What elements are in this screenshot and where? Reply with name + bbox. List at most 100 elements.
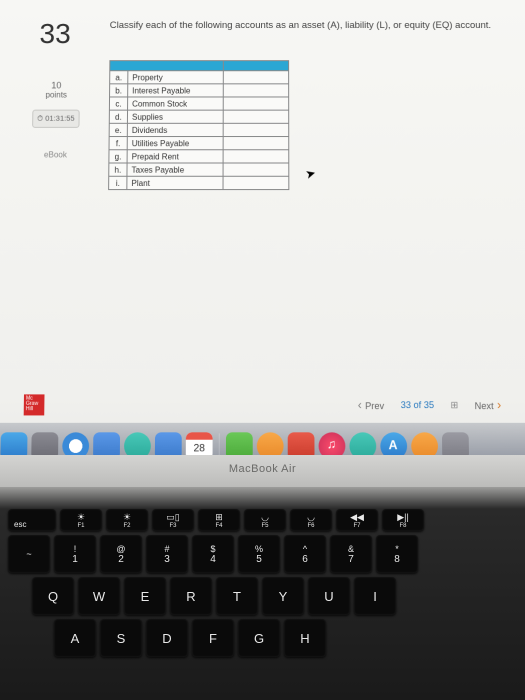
answer-cell[interactable] (223, 123, 289, 136)
asdf-row: A S D F G H (54, 619, 517, 657)
key-w[interactable]: W (78, 577, 120, 615)
key-t[interactable]: T (216, 577, 258, 615)
table-row: b.Interest Payable (110, 84, 289, 97)
key-s[interactable]: S (100, 619, 142, 657)
number-row: ~ !1 @2 #3 $4 %5 ^6 &7 *8 (8, 535, 517, 573)
table-row: f.Utilities Payable (109, 137, 289, 150)
key-u[interactable]: U (308, 577, 350, 615)
answer-cell[interactable] (223, 110, 289, 123)
brightness-up-icon: ☀ (123, 512, 131, 523)
next-button[interactable]: Next (475, 398, 502, 413)
answer-cell[interactable] (223, 71, 288, 84)
row-name: Dividends (127, 123, 223, 136)
key-h[interactable]: H (284, 619, 326, 657)
publisher-logo: Mc Graw Hill (24, 394, 45, 415)
grid-icon[interactable]: ⊞ (450, 399, 458, 411)
row-letter: g. (109, 150, 127, 163)
key-tilde[interactable]: ~ (8, 535, 50, 573)
row-letter: d. (109, 110, 127, 123)
key-y[interactable]: Y (262, 577, 304, 615)
key-g[interactable]: G (238, 619, 280, 657)
keyboard: esc ☀F1 ☀F2 ▭▯F3 ⊞F4 ◡F5 ◡F6 ◀◀F7 ▶||F8 … (0, 487, 525, 657)
row-name: Plant (127, 176, 223, 189)
qwerty-row: Q W E R T Y U I (32, 577, 517, 615)
key-1[interactable]: !1 (54, 535, 96, 573)
key-f8[interactable]: ▶||F8 (382, 509, 424, 531)
table-row: d.Supplies (109, 110, 288, 123)
position-label: 33 of 35 (401, 400, 434, 411)
table-row: e.Dividends (109, 123, 289, 136)
accounts-table-wrap: a.Property b.Interest Payable c.Common S… (108, 60, 289, 190)
answer-cell[interactable] (223, 137, 289, 150)
question-prompt: Classify each of the following accounts … (110, 20, 506, 31)
brightness-down-icon: ☀ (77, 512, 85, 523)
answer-cell[interactable] (223, 84, 288, 97)
row-letter: a. (110, 71, 128, 84)
timer-badge: ⏱ 01:31:55 (32, 110, 80, 128)
key-e[interactable]: E (124, 577, 166, 615)
row-letter: b. (110, 84, 128, 97)
rewind-icon: ◀◀ (350, 512, 364, 523)
clock-icon: ⏱ (37, 114, 45, 123)
key-f3[interactable]: ▭▯F3 (152, 509, 194, 531)
prev-button[interactable]: Prev (358, 398, 385, 413)
key-5[interactable]: %5 (238, 535, 280, 573)
key-f4[interactable]: ⊞F4 (198, 509, 240, 531)
points-label: points (28, 90, 83, 99)
timer-value: 01:31:55 (45, 114, 75, 123)
quiz-content: 33 Classify each of the following accoun… (0, 0, 525, 389)
key-i[interactable]: I (354, 577, 396, 615)
table-row: g.Prepaid Rent (109, 150, 289, 163)
row-letter: i. (109, 176, 127, 189)
play-pause-icon: ▶|| (397, 512, 409, 523)
key-3[interactable]: #3 (146, 535, 188, 573)
laptop-model: MacBook Air (229, 463, 296, 475)
row-name: Utilities Payable (127, 137, 223, 150)
mission-control-icon: ▭▯ (166, 512, 179, 523)
row-letter: h. (109, 163, 127, 176)
question-nav: Prev 33 of 35 ⊞ Next (358, 398, 502, 413)
key-esc[interactable]: esc (8, 509, 56, 531)
function-row: esc ☀F1 ☀F2 ▭▯F3 ⊞F4 ◡F5 ◡F6 ◀◀F7 ▶||F8 (8, 509, 517, 531)
key-f1[interactable]: ☀F1 (60, 509, 102, 531)
key-2[interactable]: @2 (100, 535, 142, 573)
key-d[interactable]: D (146, 619, 188, 657)
question-sidebar: 10 points ⏱ 01:31:55 eBook (28, 80, 84, 159)
table-row: h.Taxes Payable (109, 163, 289, 176)
key-a[interactable]: A (54, 619, 96, 657)
key-6[interactable]: ^6 (284, 535, 326, 573)
row-name: Supplies (127, 110, 223, 123)
answer-cell[interactable] (223, 97, 288, 110)
key-r[interactable]: R (170, 577, 212, 615)
answer-cell[interactable] (223, 150, 289, 163)
key-4[interactable]: $4 (192, 535, 234, 573)
key-q[interactable]: Q (32, 577, 74, 615)
key-f[interactable]: F (192, 619, 234, 657)
cursor-icon: ➤ (304, 165, 318, 181)
question-number: 33 (39, 18, 71, 50)
answer-cell[interactable] (223, 163, 289, 176)
key-f6[interactable]: ◡F6 (290, 509, 332, 531)
kb-brightness-down-icon: ◡ (261, 512, 269, 523)
key-f7[interactable]: ◀◀F7 (336, 509, 378, 531)
key-f2[interactable]: ☀F2 (106, 509, 148, 531)
header-right (223, 61, 288, 71)
answer-cell[interactable] (223, 176, 289, 189)
key-8[interactable]: *8 (376, 535, 418, 573)
row-name: Interest Payable (128, 84, 224, 97)
header-left (110, 61, 224, 71)
key-7[interactable]: &7 (330, 535, 372, 573)
laptop-body: MacBook Air esc ☀F1 ☀F2 ▭▯F3 ⊞F4 ◡F5 ◡F6… (0, 455, 525, 700)
table-row: i.Plant (109, 176, 289, 189)
kb-brightness-up-icon: ◡ (307, 512, 315, 523)
row-letter: e. (109, 123, 127, 136)
laptop-screen: 33 Classify each of the following accoun… (0, 0, 525, 468)
table-row: c.Common Stock (109, 97, 288, 110)
ebook-link[interactable]: eBook (28, 150, 84, 159)
accounts-table: a.Property b.Interest Payable c.Common S… (108, 60, 289, 190)
key-f5[interactable]: ◡F5 (244, 509, 286, 531)
table-header-row (110, 61, 289, 71)
row-name: Prepaid Rent (127, 150, 223, 163)
row-letter: f. (109, 137, 127, 150)
launchpad-key-icon: ⊞ (215, 512, 223, 523)
